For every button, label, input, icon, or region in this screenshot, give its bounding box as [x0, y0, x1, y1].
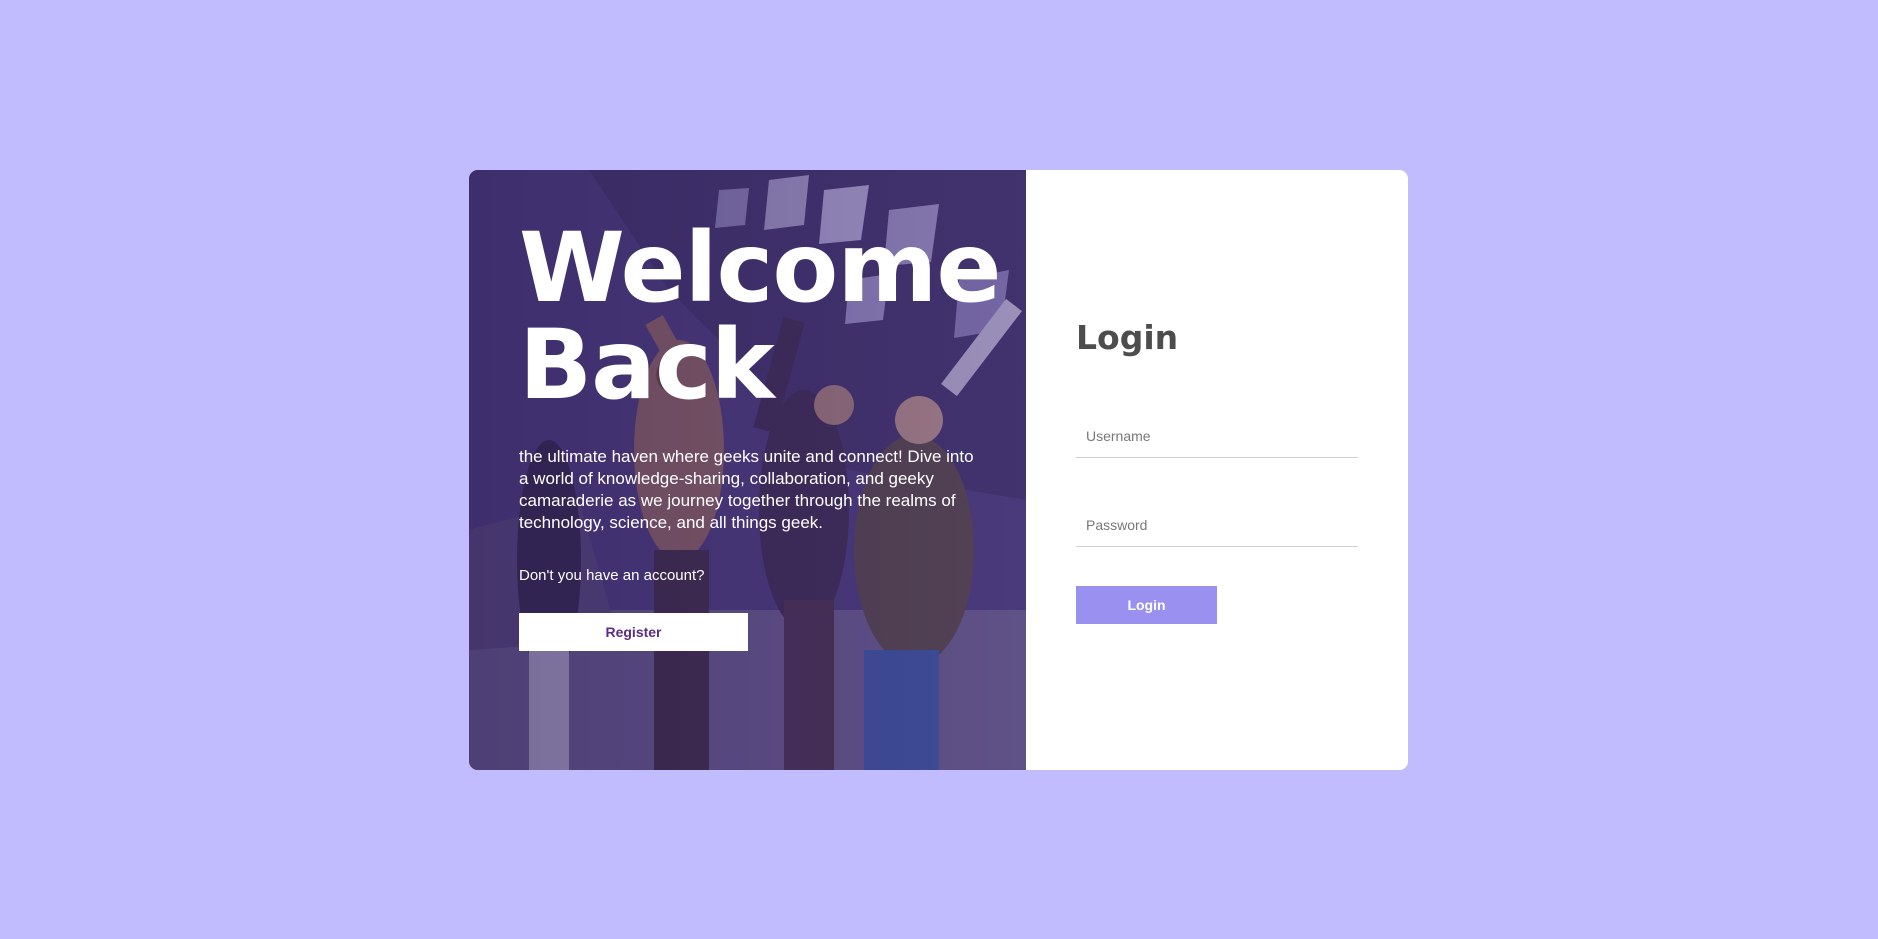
login-card: Welcome Back the ultimate haven where ge… [469, 170, 1408, 770]
login-heading: Login [1076, 318, 1179, 357]
password-input[interactable] [1076, 503, 1358, 547]
account-question: Don't you have an account? [519, 567, 705, 584]
login-panel: Login Login [1026, 170, 1408, 770]
register-button[interactable]: Register [519, 613, 748, 651]
hero-content: Welcome Back the ultimate haven where ge… [519, 212, 1001, 651]
username-input[interactable] [1076, 414, 1358, 458]
welcome-heading: Welcome Back [519, 212, 1001, 421]
login-button[interactable]: Login [1076, 586, 1217, 624]
welcome-hero: Welcome Back the ultimate haven where ge… [469, 170, 1026, 770]
welcome-description: the ultimate haven where geeks unite and… [519, 447, 974, 532]
